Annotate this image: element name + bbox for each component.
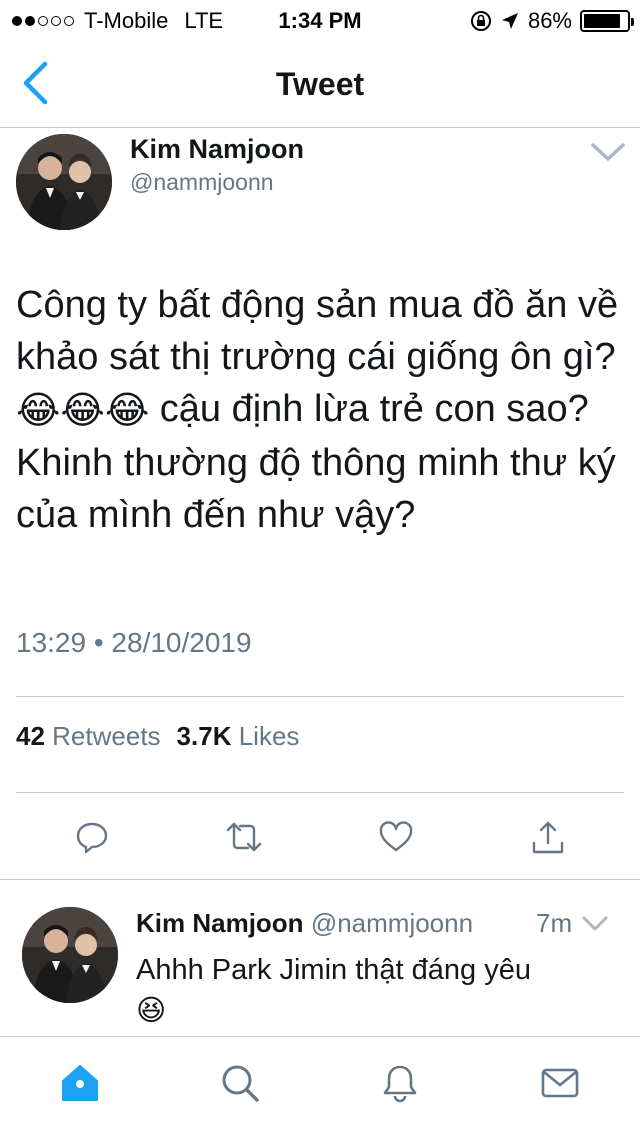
- search-icon: [222, 1065, 259, 1102]
- reply-text-body: Ahhh Park Jimin thật đáng yêu: [136, 954, 531, 986]
- author-avatar[interactable]: [16, 134, 112, 230]
- reply-header: Kim Namjoon @nammjoonn: [136, 908, 473, 939]
- bell-icon: [383, 1065, 417, 1103]
- like-button[interactable]: [376, 817, 416, 857]
- tab-search[interactable]: [218, 1061, 262, 1105]
- share-icon: [532, 821, 564, 854]
- avatar-photo: [22, 907, 118, 1003]
- laughing-emoji-icon: 😆: [136, 995, 167, 1028]
- location-icon: [501, 13, 518, 29]
- tweet-timestamp[interactable]: 13:29 • 28/10/2019: [16, 627, 252, 659]
- heart-icon: [379, 821, 413, 852]
- home-icon: [62, 1065, 98, 1101]
- battery-icon: [580, 10, 634, 32]
- tab-bar: [0, 1036, 640, 1136]
- reply-author-name[interactable]: Kim Namjoon: [136, 908, 304, 938]
- divider: [16, 792, 624, 793]
- chevron-down-icon: [582, 916, 608, 931]
- reply-button[interactable]: [72, 817, 112, 857]
- tears-of-joy-emoji-icon: 😂: [104, 389, 150, 432]
- tab-messages[interactable]: [538, 1061, 582, 1105]
- reply-icon: [76, 822, 108, 854]
- page-title: Tweet: [275, 66, 365, 102]
- status-bar: T-Mobile LTE 1:34 PM 86%: [0, 0, 640, 40]
- tweet-menu-button[interactable]: [588, 137, 628, 167]
- reply-menu-button[interactable]: [580, 912, 610, 936]
- engagement-counts: 42 Retweets 3.7K Likes: [16, 721, 299, 752]
- avatar-photo: [16, 134, 112, 230]
- tweet-detail: Kim Namjoon @nammjoonn Công ty bất động …: [0, 129, 640, 879]
- status-right: 86%: [470, 8, 634, 34]
- tears-of-joy-emoji-icon: 😂: [16, 389, 61, 432]
- tweet-text: Công ty bất động sản mua đồ ăn về khảo s…: [16, 279, 626, 541]
- reply-author-handle[interactable]: @nammjoonn: [311, 908, 473, 938]
- tweet-text-part1: Công ty bất động sản mua đồ ăn về khảo s…: [16, 284, 619, 378]
- likes-count[interactable]: 3.7K Likes: [177, 721, 300, 752]
- rotation-lock-icon: [470, 11, 491, 31]
- reply-author-avatar[interactable]: [22, 907, 118, 1003]
- reply-text: Ahhh Park Jimin thật đáng yêu 😆: [136, 950, 616, 1031]
- share-button[interactable]: [528, 817, 568, 857]
- tears-of-joy-emoji-icon: 😂: [60, 389, 105, 432]
- battery-percent: 86%: [527, 8, 572, 33]
- author-handle[interactable]: @nammjoonn: [130, 169, 274, 196]
- tab-home[interactable]: [58, 1061, 102, 1105]
- tweet-action-bar: [0, 817, 640, 857]
- envelope-icon: [541, 1068, 579, 1098]
- retweet-button[interactable]: [224, 817, 264, 857]
- retweet-icon: [226, 822, 262, 852]
- divider: [0, 879, 640, 880]
- chevron-down-icon: [591, 143, 625, 161]
- navigation-bar: Tweet: [0, 40, 640, 128]
- divider: [16, 696, 624, 697]
- author-name[interactable]: Kim Namjoon: [130, 134, 304, 165]
- reply-timestamp: 7m: [536, 908, 573, 938]
- retweets-count[interactable]: 42 Retweets: [16, 721, 161, 752]
- tab-notifications[interactable]: [378, 1061, 422, 1105]
